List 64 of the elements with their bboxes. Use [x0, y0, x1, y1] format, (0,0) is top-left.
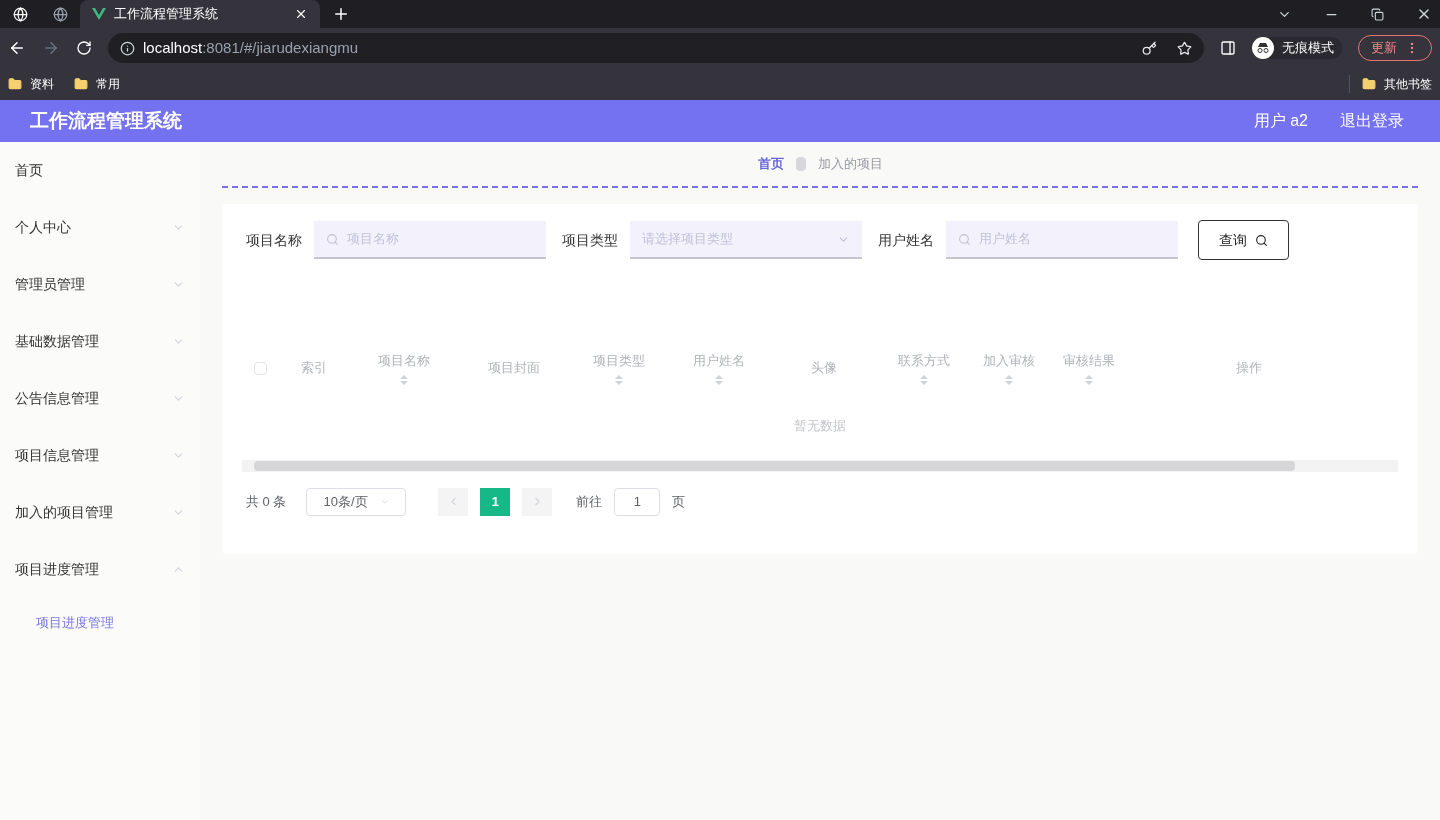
page-unit: 页	[672, 492, 686, 511]
globe-icon	[12, 6, 28, 22]
key-icon[interactable]	[1142, 40, 1157, 56]
sidebar-item[interactable]: 管理员管理	[0, 256, 200, 313]
total-count: 共 0 条	[246, 492, 287, 511]
side-panel-icon[interactable]	[1220, 40, 1236, 56]
sidebar-subitem[interactable]: 项目进度管理	[0, 598, 200, 648]
column-header: 操作	[1235, 359, 1263, 378]
new-tab-icon[interactable]	[332, 5, 350, 23]
field-label: 项目类型	[562, 230, 618, 250]
horizontal-scrollbar[interactable]	[242, 459, 1398, 472]
bookmark[interactable]: 其他书签	[1349, 75, 1432, 93]
url-text: localhost:8081/#/jiarudexiangmu	[143, 37, 359, 58]
search-icon	[958, 232, 971, 246]
close-icon[interactable]	[294, 7, 308, 21]
field-label: 用户姓名	[878, 230, 934, 250]
field-label: 项目名称	[246, 230, 302, 250]
reload-icon[interactable]	[76, 40, 92, 56]
browser-tab[interactable]: 工作流程管理系统	[80, 0, 320, 28]
goto-label: 前往	[576, 492, 603, 511]
star-icon[interactable]	[1177, 40, 1192, 56]
column-header: 头像	[810, 359, 838, 378]
sidebar-item[interactable]: 首页	[0, 142, 200, 199]
sidebar-item[interactable]: 公告信息管理	[0, 370, 200, 427]
breadcrumb-item[interactable]: 首页	[757, 154, 784, 174]
sidebar-item[interactable]: 个人中心	[0, 199, 200, 256]
bookmark[interactable]: 资料	[8, 75, 54, 93]
column-header: 联系方式	[879, 351, 969, 385]
sidebar-item[interactable]: 加入的项目管理	[0, 484, 200, 541]
sidebar-item[interactable]: 基础数据管理	[0, 313, 200, 370]
v-logo-icon	[92, 8, 106, 20]
checkbox[interactable]	[254, 361, 267, 375]
page-input[interactable]: 1	[614, 487, 661, 516]
column-header: 项目名称	[349, 351, 459, 385]
tab-title: 工作流程管理系统	[114, 5, 219, 24]
folder-icon	[1362, 77, 1376, 91]
address-bar[interactable]: localhost:8081/#/jiarudexiangmu	[108, 33, 1204, 63]
globe-icon	[52, 6, 68, 22]
column-header: 加入审核	[969, 351, 1049, 385]
empty-text: 暂无数据	[793, 417, 847, 435]
column-header: 用户姓名	[669, 351, 769, 385]
forward-icon[interactable]	[42, 39, 60, 57]
column-header: 索引	[300, 359, 328, 378]
folder-icon	[74, 77, 88, 91]
app-title: 工作流程管理系统	[30, 108, 183, 133]
incognito-label: 无痕模式	[1282, 39, 1334, 58]
sidebar-item[interactable]: 项目进度管理	[0, 541, 200, 598]
logout-button[interactable]: 退出登录	[1340, 109, 1404, 133]
sidebar-item[interactable]: 项目信息管理	[0, 427, 200, 484]
search-icon	[1255, 233, 1268, 247]
user-label: 用户 a2	[1253, 111, 1308, 131]
incognito-icon	[1252, 37, 1274, 59]
folder-icon	[8, 77, 22, 91]
query-button[interactable]: 查询	[1198, 220, 1289, 260]
column-header: 项目封面	[487, 359, 541, 378]
column-header: 审核结果	[1049, 351, 1129, 385]
page-size-select[interactable]: 10条/页	[306, 487, 407, 516]
search-icon	[326, 232, 339, 246]
restore-icon[interactable]	[1371, 7, 1384, 21]
bookmark[interactable]: 常用	[74, 75, 120, 93]
incognito-badge[interactable]: 无痕模式	[1252, 37, 1342, 59]
info-icon	[120, 40, 135, 56]
back-icon[interactable]	[8, 39, 26, 57]
column-header: 项目类型	[569, 351, 669, 385]
